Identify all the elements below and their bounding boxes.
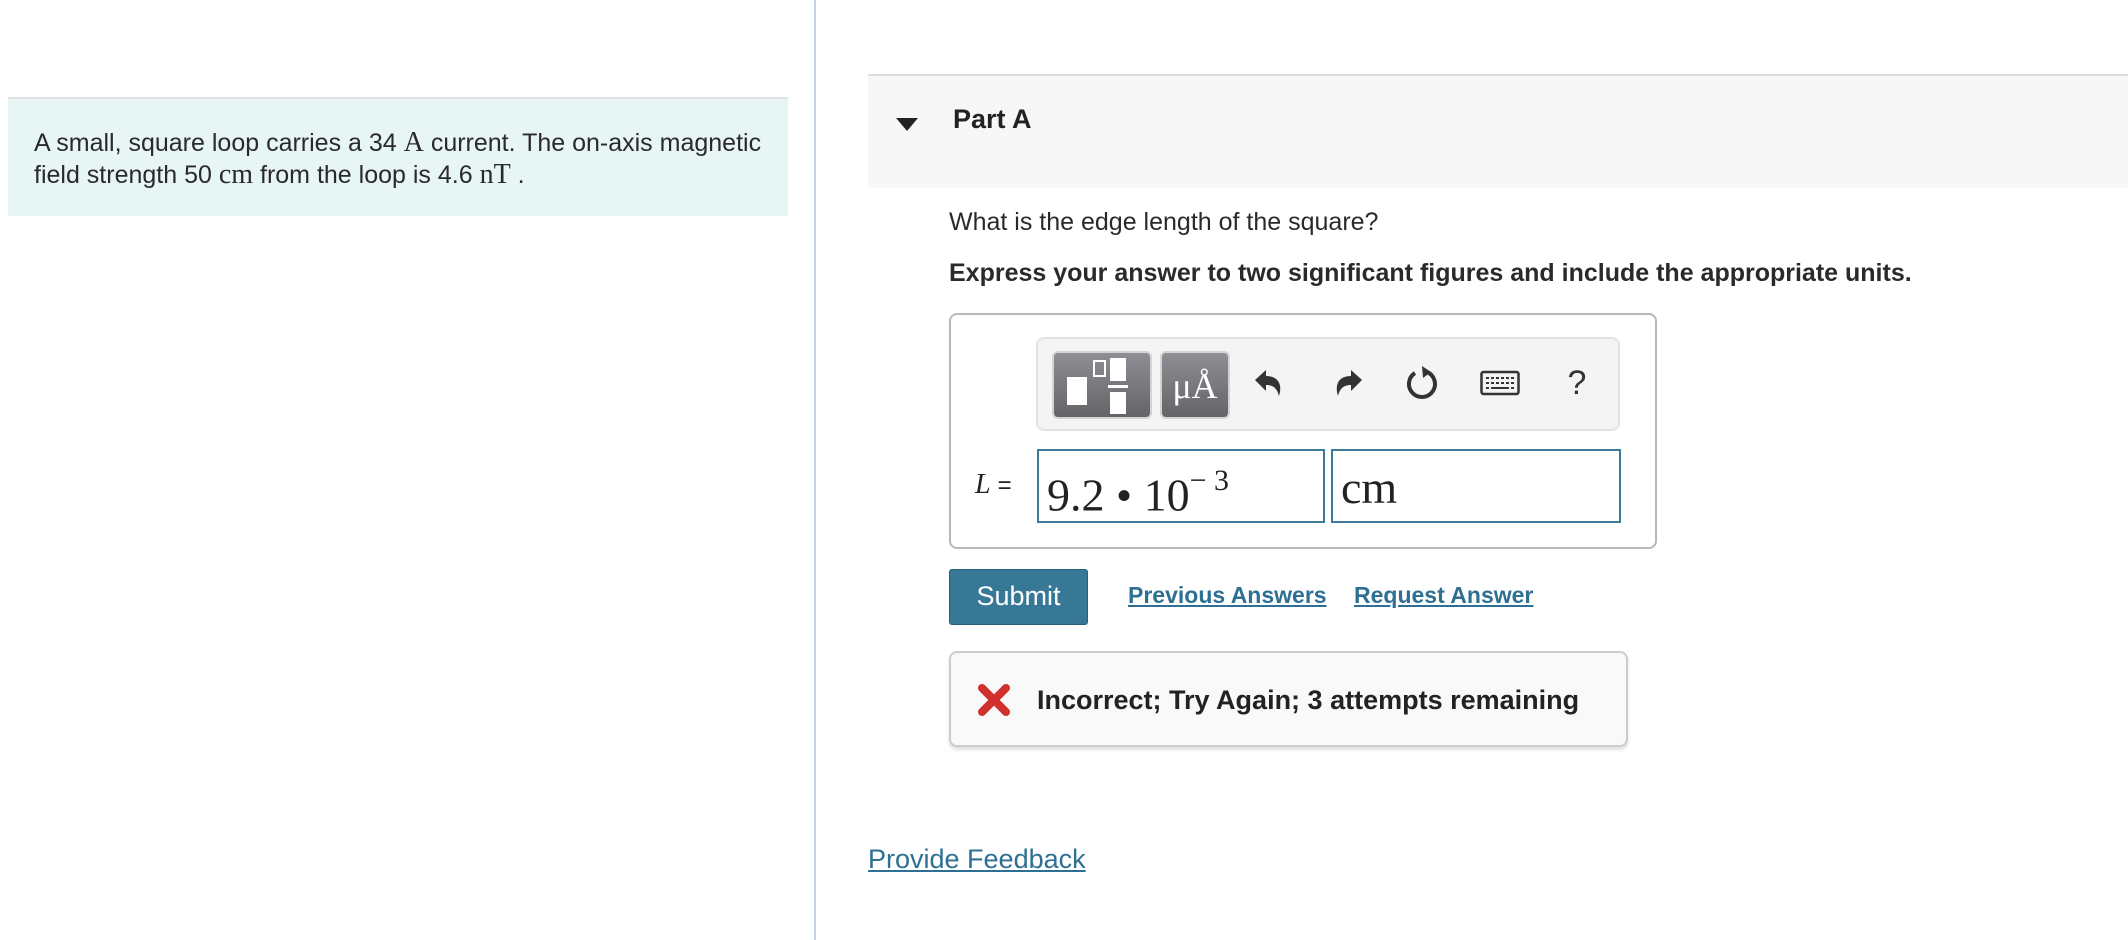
question-text: What is the edge length of the square? [949,208,1379,236]
previous-answers-link[interactable]: Previous Answers [1128,582,1327,609]
value-input[interactable]: 9.2 • 10− 3 [1037,449,1325,523]
keyboard-button[interactable] [1478,361,1522,405]
provide-feedback-link[interactable]: Provide Feedback [868,844,1086,875]
equals-sign: = [997,472,1012,499]
value-mantissa: 9.2 • 10 [1047,469,1190,521]
unit-input[interactable]: cm [1331,449,1621,523]
redo-icon [1336,370,1362,396]
unit-amperes: A [403,127,424,158]
units-label: μÅ [1172,366,1218,406]
undo-icon [1255,370,1281,396]
unit-centimeters: cm [218,159,254,190]
pane-divider[interactable] [814,0,816,940]
answer-box: μÅ ? L = 9.2 • 10− 3 cm [949,313,1657,549]
part-title: Part A [953,104,1032,134]
problem-statement: A small, square loop carries a 34 A curr… [8,97,788,216]
problem-text: . [510,161,525,189]
value-exponent: − 3 [1189,464,1230,497]
redo-button[interactable] [1325,361,1369,405]
problem-pane: A small, square loop carries a 34 A curr… [0,0,815,940]
answer-variable-label: L = [975,469,1012,501]
help-button[interactable]: ? [1555,361,1599,405]
problem-text: from the loop is 4.6 [253,161,480,189]
feedback-text: Incorrect; Try Again; 3 attempts remaini… [1037,685,1580,715]
unit-nanotesla: nT [479,159,511,190]
reset-button[interactable] [1400,361,1444,405]
incorrect-x-icon [978,684,1010,716]
reset-icon [1407,366,1437,399]
keyboard-icon [1480,370,1520,396]
instruction-text: Express your answer to two significant f… [949,259,1912,287]
units-button[interactable]: μÅ [1160,351,1230,419]
variable-name: L [975,469,991,500]
feedback-message-box: Incorrect; Try Again; 3 attempts remaini… [949,651,1628,747]
request-answer-link[interactable]: Request Answer [1354,582,1533,609]
problem-text: A small, square loop carries a 34 [34,129,404,157]
part-header[interactable]: Part A [868,74,2128,188]
math-toolbar: μÅ ? [1036,337,1620,431]
templates-icon [1067,358,1128,414]
undo-button[interactable] [1248,361,1292,405]
templates-button[interactable] [1052,351,1152,419]
submit-button[interactable]: Submit [949,569,1088,625]
caret-down-icon[interactable] [896,118,918,131]
